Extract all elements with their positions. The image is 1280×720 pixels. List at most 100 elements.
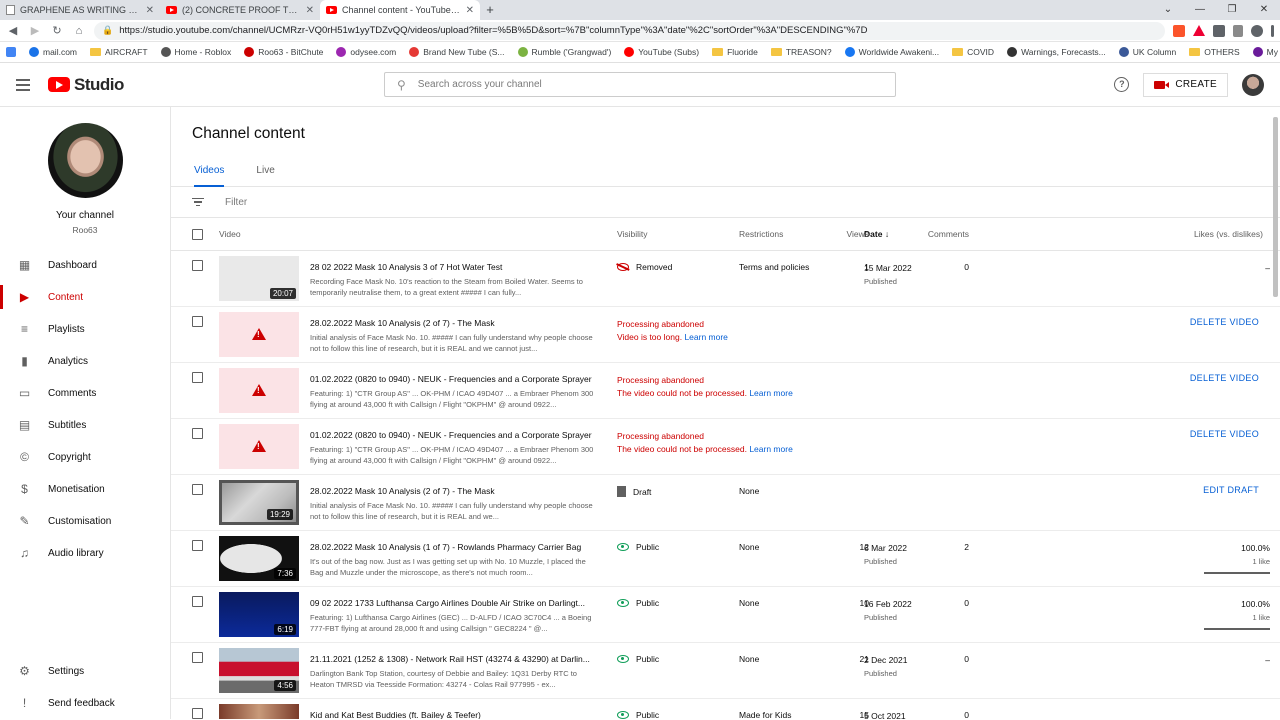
video-title[interactable]: 28.02.2022 Mask 10 Analysis (2 of 7) - T…	[310, 486, 595, 496]
sidebar-item-copyright[interactable]: © Copyright	[0, 441, 170, 473]
video-thumbnail[interactable]: 6:19	[219, 592, 299, 637]
delete-video-button[interactable]: DELETE VIDEO	[1190, 429, 1259, 439]
col-likes[interactable]: Likes (vs. dislikes)	[1194, 229, 1263, 239]
delete-video-button[interactable]: DELETE VIDEO	[1190, 317, 1259, 327]
scrollbar[interactable]	[1273, 117, 1278, 297]
row-checkbox[interactable]	[192, 316, 203, 327]
bookmark-item[interactable]: Roo63 - BitChute	[244, 47, 323, 57]
profile-icon[interactable]	[1251, 24, 1263, 37]
filter-bar[interactable]: Filter	[171, 187, 1280, 218]
bookmark-item[interactable]: mail.com	[29, 47, 77, 57]
sidebar-item-settings[interactable]: ⚙ Settings	[0, 655, 170, 687]
visibility-status[interactable]: Public	[617, 710, 659, 719]
visibility-status[interactable]: Removed	[617, 262, 672, 272]
bookmark-item[interactable]: Home - Roblox	[160, 47, 231, 57]
video-thumbnail[interactable]	[219, 704, 299, 719]
sidebar-item-comments[interactable]: ▭ Comments	[0, 377, 170, 409]
visibility-status[interactable]: Draft	[617, 486, 651, 497]
video-thumbnail[interactable]: 4:56	[219, 648, 299, 693]
row-checkbox[interactable]	[192, 652, 203, 663]
new-tab-button[interactable]: +	[480, 0, 500, 20]
url-field[interactable]: 🔒 https://studio.youtube.com/channel/UCM…	[94, 21, 1165, 40]
col-views[interactable]: Views	[846, 229, 869, 239]
close-tab-icon[interactable]: ✕	[466, 5, 474, 16]
forward-icon[interactable]: ▶	[28, 24, 42, 37]
video-title[interactable]: 01.02.2022 (0820 to 0940) - NEUK - Frequ…	[310, 430, 595, 440]
video-title[interactable]: 28.02.2022 Mask 10 Analysis (1 of 7) - R…	[310, 542, 595, 552]
close-tab-icon[interactable]: ✕	[146, 5, 154, 16]
row-checkbox[interactable]	[192, 260, 203, 271]
bookmark-item[interactable]: odysee.com	[336, 47, 396, 57]
video-title[interactable]: 28 02 2022 Mask 10 Analysis 3 of 7 Hot W…	[310, 262, 595, 272]
sidebar-item-content[interactable]: ▶ Content	[0, 281, 170, 313]
video-title[interactable]: 21.11.2021 (1252 & 1308) - Network Rail …	[310, 654, 595, 664]
close-tab-icon[interactable]: ✕	[306, 5, 314, 16]
bookmark-item[interactable]: Brand New Tube (S...	[409, 47, 505, 57]
table-row[interactable]: 6:19 09 02 2022 1733 Lufthansa Cargo Airl…	[171, 587, 1280, 643]
sidebar-item-audio-library[interactable]: ♫ Audio library	[0, 537, 170, 569]
hamburger-menu-icon[interactable]	[16, 78, 30, 91]
col-restrictions[interactable]: Restrictions	[739, 229, 783, 239]
table-row[interactable]: Kid and Kat Best Buddies (ft. Bailey & T…	[171, 699, 1280, 719]
create-button[interactable]: CREATE	[1143, 72, 1228, 97]
delete-video-button[interactable]: DELETE VIDEO	[1190, 373, 1259, 383]
close-window-icon[interactable]: ✕	[1248, 0, 1280, 20]
browser-tab[interactable]: GRAPHENE AS WRITING ON PILLS-A ✕	[0, 0, 160, 20]
bookmark-item[interactable]: Warnings, Forecasts...	[1007, 47, 1106, 57]
window-menu-icon[interactable]: ⌄	[1152, 0, 1184, 20]
browser-tab[interactable]: (2) CONCRETE PROOF THEY ACTUALL ✕	[160, 0, 320, 20]
bookmark-item[interactable]: AIRCRAFT	[90, 47, 148, 57]
more-icon[interactable]	[1271, 24, 1274, 37]
bookmark-item[interactable]: OTHERS	[1189, 47, 1240, 57]
edit-draft-button[interactable]: EDIT DRAFT	[1203, 485, 1259, 495]
bookmark-item[interactable]: UK Column	[1118, 47, 1176, 57]
browser-tab[interactable]: Channel content - YouTube Studio ✕	[320, 0, 480, 20]
visibility-status[interactable]: Public	[617, 542, 659, 552]
row-checkbox[interactable]	[192, 484, 203, 495]
rewards-icon[interactable]	[1193, 25, 1205, 36]
channel-avatar[interactable]	[47, 123, 123, 198]
home-icon[interactable]: ⌂	[72, 25, 86, 37]
table-row[interactable]: 01.02.2022 (0820 to 0940) - NEUK - Frequ…	[171, 419, 1280, 475]
table-row[interactable]: 19:29 28.02.2022 Mask 10 Analysis (2 of 7…	[171, 475, 1280, 531]
sidebar-item-send-feedback[interactable]: ! Send feedback	[0, 687, 170, 719]
col-visibility[interactable]: Visibility	[617, 229, 648, 239]
video-thumbnail[interactable]: 20:07	[219, 256, 299, 301]
video-thumbnail[interactable]	[219, 368, 299, 413]
visibility-status[interactable]: Public	[617, 598, 659, 608]
minimize-icon[interactable]: —	[1184, 0, 1216, 20]
reload-icon[interactable]: ↻	[50, 24, 64, 37]
maximize-icon[interactable]: ❐	[1216, 0, 1248, 20]
bookmark-item[interactable]: Rumble ('Grangwad')	[517, 47, 611, 57]
video-title[interactable]: 09 02 2022 1733 Lufthansa Cargo Airlines…	[310, 598, 595, 608]
table-row[interactable]: 4:56 21.11.2021 (1252 & 1308) - Network R…	[171, 643, 1280, 699]
brave-shield-icon[interactable]	[1173, 24, 1185, 37]
video-thumbnail[interactable]: 7:36	[219, 536, 299, 581]
select-all-checkbox[interactable]	[192, 229, 203, 240]
video-thumbnail[interactable]: 19:29	[219, 480, 299, 525]
visibility-status[interactable]: Public	[617, 654, 659, 664]
sidebar-item-dashboard[interactable]: ▦ Dashboard	[0, 249, 170, 281]
sidebar-item-monetisation[interactable]: $ Monetisation	[0, 473, 170, 505]
row-checkbox[interactable]	[192, 596, 203, 607]
video-title[interactable]: 01.02.2022 (0820 to 0940) - NEUK - Frequ…	[310, 374, 595, 384]
studio-logo[interactable]: Studio	[48, 75, 124, 95]
bookmark-item[interactable]: TREASON?	[770, 47, 832, 57]
row-checkbox[interactable]	[192, 708, 203, 719]
learn-more-link[interactable]: Learn more	[749, 388, 792, 398]
row-checkbox[interactable]	[192, 540, 203, 551]
apps-icon[interactable]	[6, 47, 16, 57]
learn-more-link[interactable]: Learn more	[749, 444, 792, 454]
menu-icon[interactable]	[1233, 24, 1243, 37]
bookmark-item[interactable]: Fluoride	[712, 47, 758, 57]
video-thumbnail[interactable]	[219, 424, 299, 469]
bookmark-item[interactable]: COVID	[952, 47, 994, 57]
account-avatar[interactable]	[1242, 73, 1264, 96]
bookmark-item[interactable]: My eBay	[1252, 47, 1280, 57]
sidebar-item-analytics[interactable]: ▮ Analytics	[0, 345, 170, 377]
row-checkbox[interactable]	[192, 428, 203, 439]
tab-live[interactable]: Live	[256, 165, 274, 187]
table-row[interactable]: 01.02.2022 (0820 to 0940) - NEUK - Frequ…	[171, 363, 1280, 419]
tab-videos[interactable]: Videos	[194, 165, 225, 187]
help-icon[interactable]: ?	[1114, 77, 1130, 92]
